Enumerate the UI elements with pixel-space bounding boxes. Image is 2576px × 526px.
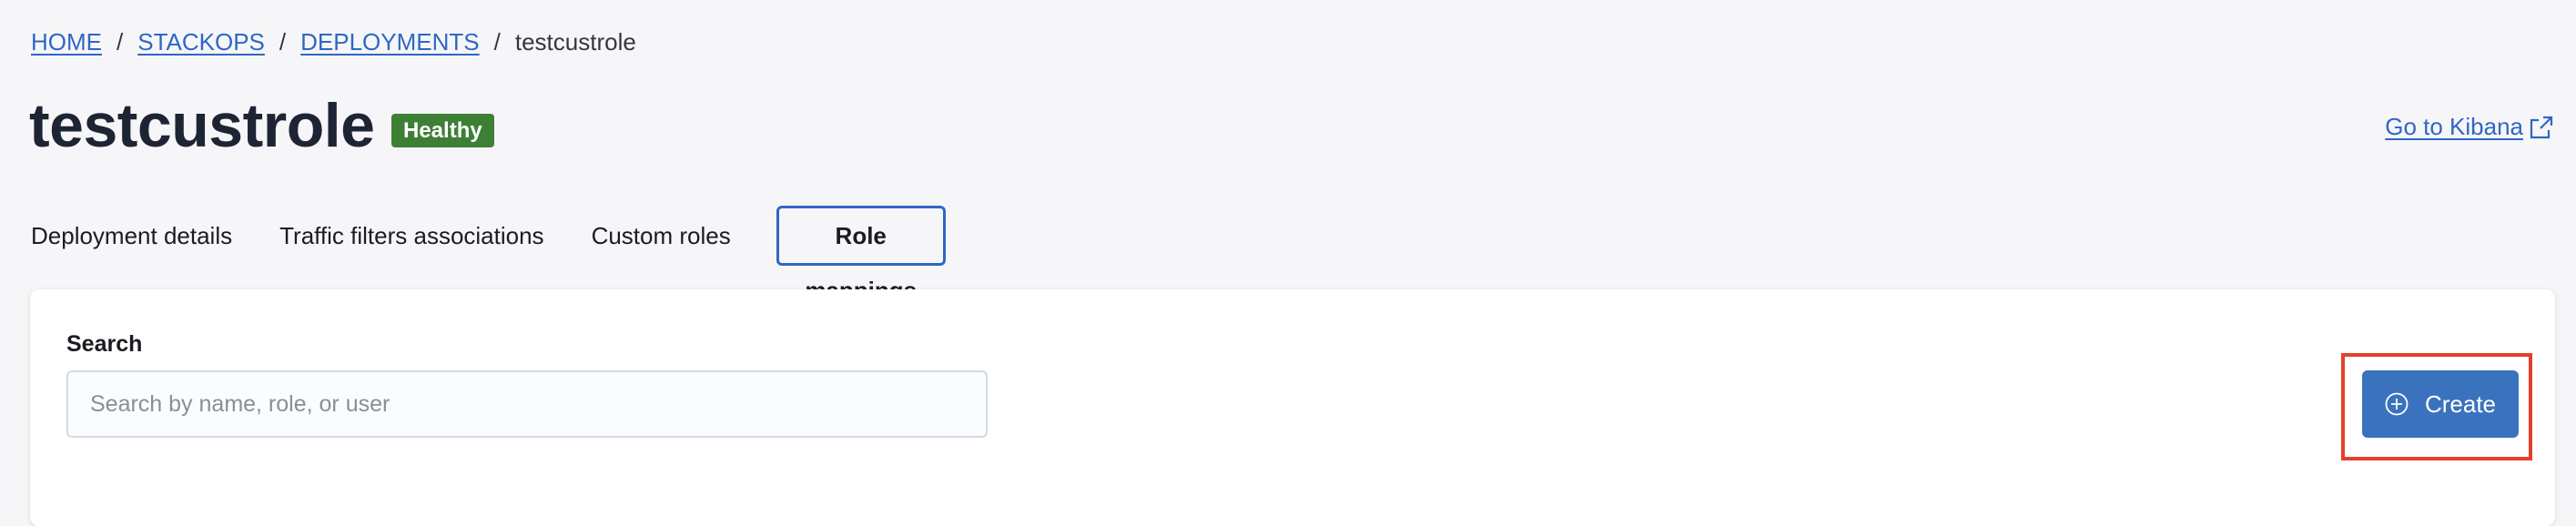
search-input[interactable] (66, 370, 988, 438)
tab-custom-roles[interactable]: Custom roles (592, 206, 731, 266)
breadcrumb-deployments-link[interactable]: DEPLOYMENTS (300, 28, 480, 56)
breadcrumb-separator: / (493, 27, 501, 56)
page-title: testcustrole (29, 91, 375, 160)
breadcrumb-home-link[interactable]: HOME (31, 28, 102, 56)
tab-role-mappings[interactable]: Role mappings (776, 206, 946, 304)
tab-traffic-filters-associations[interactable]: Traffic filters associations (279, 206, 543, 266)
breadcrumb-separator: / (279, 27, 287, 56)
breadcrumb: HOME / STACKOPS / DEPLOYMENTS / testcust… (31, 25, 636, 58)
breadcrumb-current: testcustrole (514, 27, 636, 56)
create-button[interactable]: Create (2362, 370, 2519, 438)
create-button-label: Create (2424, 389, 2497, 418)
tab-bar: Deployment details Traffic filters assoc… (31, 204, 946, 304)
tab-deployment-details[interactable]: Deployment details (31, 206, 232, 266)
role-mappings-panel: Search (30, 289, 2555, 526)
search-label: Search (66, 331, 143, 357)
go-to-kibana-label: Go to Kibana (2385, 113, 2523, 140)
status-badge: Healthy (391, 114, 494, 147)
external-link-icon (2530, 116, 2553, 138)
plus-circle-icon (2385, 392, 2409, 416)
breadcrumb-stackops-link[interactable]: STACKOPS (137, 28, 265, 56)
breadcrumb-separator: / (117, 27, 124, 56)
go-to-kibana-link[interactable]: Go to Kibana (2385, 113, 2554, 141)
